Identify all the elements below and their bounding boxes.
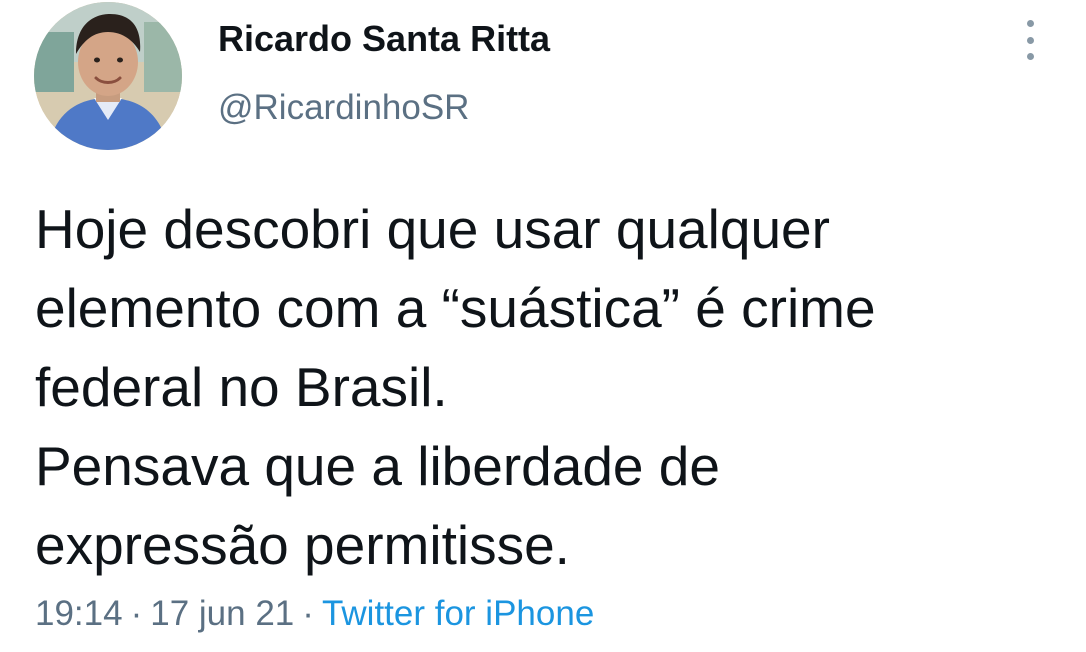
more-dot [1026,53,1034,60]
tweet-text: Hoje descobri que usar qualquer elemento… [35,190,1055,585]
tweet-text-line: Pensava que a liberdade de [35,435,720,497]
tweet-text-line: Hoje descobri que usar qualquer [35,198,830,260]
author-handle[interactable]: @RicardinhoSR [218,88,469,128]
tweet-text-line: elemento com a “suástica” é crime [35,277,876,339]
tweet-text-line: expressão permitisse. [35,514,570,576]
tweet-meta: 19:14 · 17 jun 21 · Twitter for iPhone [35,594,594,634]
more-dot [1026,20,1034,27]
more-vertical-icon[interactable] [1016,18,1044,62]
tweet-source-link[interactable]: Twitter for iPhone [322,594,594,633]
tweet-card: Ricardo Santa Ritta @RicardinhoSR Hoje d… [0,0,1086,652]
author-display-name[interactable]: Ricardo Santa Ritta [218,18,550,60]
meta-separator: · [302,594,314,633]
meta-separator: · [130,594,143,633]
tweet-date[interactable]: 17 jun 21 [150,594,294,633]
tweet-text-line: federal no Brasil. [35,356,448,418]
avatar[interactable] [34,2,182,150]
more-dot [1026,36,1034,44]
tweet-time[interactable]: 19:14 [35,594,123,633]
avatar-photo [34,2,182,150]
